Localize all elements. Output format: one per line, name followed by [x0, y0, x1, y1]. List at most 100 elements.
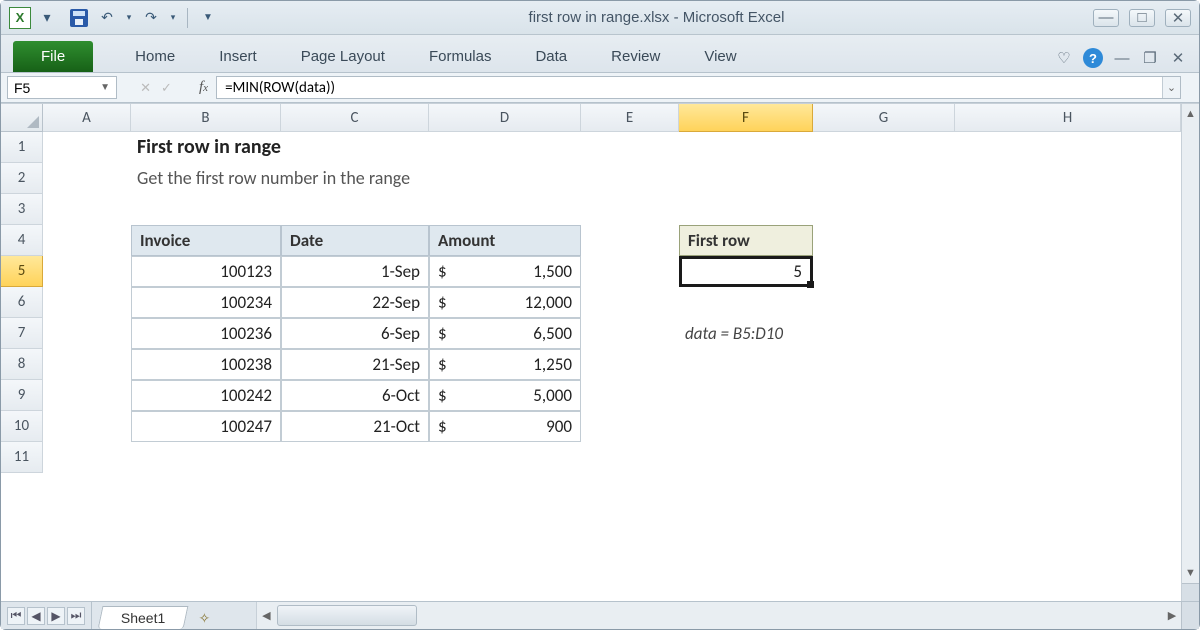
table-cell[interactable]: $5,000: [429, 380, 581, 411]
tab-view[interactable]: View: [682, 41, 758, 72]
row-header-1[interactable]: 1: [1, 132, 43, 163]
row-header-10[interactable]: 10: [1, 411, 43, 442]
table-cell[interactable]: 1-Sep: [281, 256, 429, 287]
workbook-minimize-icon[interactable]: —: [1113, 50, 1131, 67]
col-header-h[interactable]: H: [955, 104, 1181, 132]
horizontal-scrollbar[interactable]: ◀ ▶: [256, 602, 1199, 629]
tab-formulas[interactable]: Formulas: [407, 41, 514, 72]
undo-dropdown-icon[interactable]: ▾: [123, 6, 135, 30]
undo-icon[interactable]: ↶: [95, 6, 119, 30]
scroll-up-icon[interactable]: ▲: [1182, 104, 1199, 122]
workbook-close-icon[interactable]: ✕: [1169, 49, 1187, 67]
amount-value: 12,000: [525, 292, 572, 313]
select-all-corner[interactable]: [1, 104, 43, 132]
window-controls: — □ ✕: [1093, 9, 1191, 27]
hscroll-thumb[interactable]: [277, 605, 417, 626]
table-cell[interactable]: 21-Sep: [281, 349, 429, 380]
sheet-nav-next-icon[interactable]: ▶: [47, 607, 65, 625]
sheet-nav-last-icon[interactable]: ⏭: [67, 607, 85, 625]
app-menu-dropdown-icon[interactable]: ▾: [35, 6, 59, 30]
table-header-date[interactable]: Date: [281, 225, 429, 256]
help-icon[interactable]: ?: [1083, 48, 1103, 68]
tab-page-layout[interactable]: Page Layout: [279, 41, 407, 72]
fx-icon[interactable]: fx: [191, 73, 216, 102]
sheet-nav-first-icon[interactable]: ⏮: [7, 607, 25, 625]
table-cell[interactable]: $1,250: [429, 349, 581, 380]
file-tab[interactable]: File: [13, 41, 93, 72]
table-cell[interactable]: 21-Oct: [281, 411, 429, 442]
vertical-scrollbar[interactable]: ▲ ▼: [1181, 104, 1199, 601]
table-cell[interactable]: $1,500: [429, 256, 581, 287]
col-header-e[interactable]: E: [581, 104, 679, 132]
worksheet-grid[interactable]: A B C D E F G H 1 2 3 4 5 6 7 8 9 10 11 …: [1, 103, 1199, 601]
col-header-a[interactable]: A: [43, 104, 131, 132]
row-header-2[interactable]: 2: [1, 163, 43, 194]
ribbon-tabs: File Home Insert Page Layout Formulas Da…: [1, 35, 1199, 73]
col-header-d[interactable]: D: [429, 104, 581, 132]
col-header-f[interactable]: F: [679, 104, 813, 132]
col-header-c[interactable]: C: [281, 104, 429, 132]
result-header[interactable]: First row: [679, 225, 813, 256]
table-cell[interactable]: 100238: [131, 349, 281, 380]
formula-input[interactable]: =MIN(ROW(data)) ⌄: [216, 76, 1181, 99]
minimize-ribbon-icon[interactable]: ♡: [1055, 49, 1073, 67]
name-box-dropdown-icon[interactable]: ▼: [100, 82, 110, 93]
table-header-amount[interactable]: Amount: [429, 225, 581, 256]
active-cell-f5[interactable]: 5: [679, 256, 813, 287]
table-header-invoice[interactable]: Invoice: [131, 225, 281, 256]
save-icon[interactable]: [67, 6, 91, 30]
app-icon[interactable]: X: [9, 7, 31, 29]
workbook-restore-icon[interactable]: ❐: [1141, 49, 1159, 67]
tab-review[interactable]: Review: [589, 41, 682, 72]
table-cell[interactable]: 6-Oct: [281, 380, 429, 411]
tab-insert[interactable]: Insert: [197, 41, 279, 72]
currency-symbol: $: [438, 261, 447, 282]
row-header-8[interactable]: 8: [1, 349, 43, 380]
table-cell[interactable]: 100247: [131, 411, 281, 442]
formula-bar: F5 ▼ ✕ ✓ fx =MIN(ROW(data)) ⌄: [1, 73, 1199, 103]
table-cell[interactable]: 100242: [131, 380, 281, 411]
scroll-down-icon[interactable]: ▼: [1182, 563, 1199, 581]
row-header-7[interactable]: 7: [1, 318, 43, 349]
row-header-3[interactable]: 3: [1, 194, 43, 225]
table-cell[interactable]: 6-Sep: [281, 318, 429, 349]
scroll-right-icon[interactable]: ▶: [1163, 602, 1181, 629]
table-cell[interactable]: 100236: [131, 318, 281, 349]
excel-window: X ▾ ↶ ▾ ↷ ▾ ▼ first row in range.xlsx - …: [0, 0, 1200, 630]
tab-data[interactable]: Data: [513, 41, 589, 72]
table-cell[interactable]: 100234: [131, 287, 281, 318]
horizontal-split-handle[interactable]: [1181, 602, 1199, 629]
cell-title[interactable]: First row in range: [131, 132, 679, 163]
amount-value: 1,500: [533, 261, 572, 282]
maximize-button[interactable]: □: [1129, 9, 1155, 27]
table-cell[interactable]: 100123: [131, 256, 281, 287]
redo-dropdown-icon[interactable]: ▾: [167, 6, 179, 30]
vertical-split-handle[interactable]: [1182, 583, 1199, 601]
scroll-left-icon[interactable]: ◀: [257, 602, 275, 629]
quick-access-toolbar: ↶ ▾ ↷ ▾ ▼: [67, 6, 220, 30]
row-header-4[interactable]: 4: [1, 225, 43, 256]
name-box[interactable]: F5 ▼: [7, 76, 117, 99]
table-cell[interactable]: 22-Sep: [281, 287, 429, 318]
named-range-note[interactable]: data = B5:D10: [679, 318, 955, 349]
table-cell[interactable]: $900: [429, 411, 581, 442]
formula-expand-icon[interactable]: ⌄: [1162, 77, 1180, 98]
col-header-g[interactable]: G: [813, 104, 955, 132]
sheet-nav-buttons: ⏮ ◀ ▶ ⏭: [1, 602, 92, 629]
sheet-tab-sheet1[interactable]: Sheet1: [98, 606, 189, 629]
close-button[interactable]: ✕: [1165, 9, 1191, 27]
row-header-9[interactable]: 9: [1, 380, 43, 411]
row-header-11[interactable]: 11: [1, 442, 43, 473]
sheet-nav-prev-icon[interactable]: ◀: [27, 607, 45, 625]
table-cell[interactable]: $6,500: [429, 318, 581, 349]
table-cell[interactable]: $12,000: [429, 287, 581, 318]
minimize-button[interactable]: —: [1093, 9, 1119, 27]
redo-icon[interactable]: ↷: [139, 6, 163, 30]
cell-subtitle[interactable]: Get the first row number in the range: [131, 163, 813, 194]
customize-qat-icon[interactable]: ▼: [196, 6, 220, 30]
new-sheet-icon[interactable]: ✧: [192, 608, 216, 629]
col-header-b[interactable]: B: [131, 104, 281, 132]
row-header-5[interactable]: 5: [1, 256, 43, 287]
row-header-6[interactable]: 6: [1, 287, 43, 318]
tab-home[interactable]: Home: [113, 41, 197, 72]
